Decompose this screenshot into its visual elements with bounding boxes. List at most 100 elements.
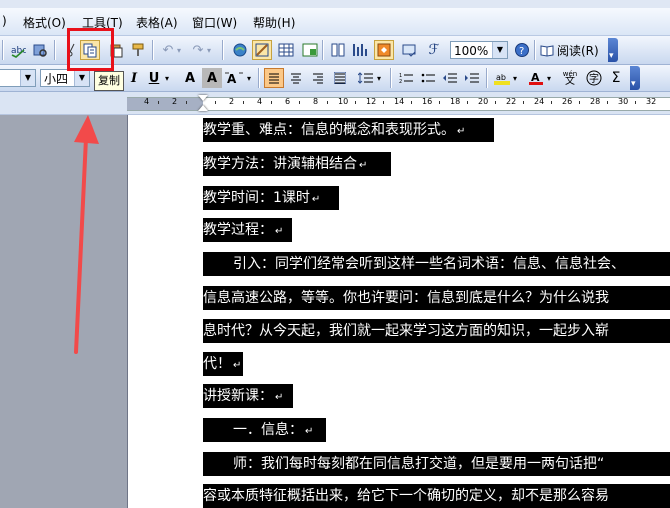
pilcrow-icon[interactable]: ℱ [424, 40, 444, 60]
read-mode-button[interactable]: 阅读(R) [540, 41, 599, 59]
menu-item-help[interactable]: 帮助(H) [253, 14, 295, 31]
phonetic-guide-button[interactable]: wén 文 [560, 68, 580, 88]
font-name-combo[interactable]: ▼ [0, 69, 36, 87]
align-center-icon[interactable] [286, 68, 306, 88]
hanging-indent-marker-icon[interactable] [198, 105, 208, 111]
chevron-down-icon[interactable]: ▼ [20, 70, 35, 86]
selected-text-line[interactable]: 教学过程： ↵ [203, 218, 292, 242]
char-scale-dropdown-icon[interactable]: ▾ [244, 68, 254, 88]
toolbar-separator [54, 40, 56, 60]
selected-text-line[interactable]: 引入：同学们经常会听到这样一些名词术语：信息、信息社会、 [203, 252, 670, 276]
toolbar-separator [222, 40, 224, 60]
ruler-tick [411, 101, 412, 104]
distribute-icon[interactable] [330, 68, 350, 88]
enclose-char-icon[interactable]: 字 [584, 68, 604, 88]
format-painter-icon[interactable] [128, 40, 148, 60]
selected-text-line[interactable]: 教学方法：讲演辅相结合 ↵ [203, 152, 391, 176]
decrease-indent-icon[interactable] [440, 68, 460, 88]
ruler-label: 26 [562, 97, 573, 106]
ruler-label: 14 [394, 97, 405, 106]
toolbar-separator [258, 68, 260, 88]
annotation-arrow-icon [74, 115, 99, 354]
selected-text-line[interactable]: 一．信息： ↵ [203, 418, 326, 442]
menu-item-window[interactable]: 窗口(W) [192, 14, 237, 31]
redo-dropdown-icon[interactable]: ▾ [204, 40, 214, 60]
document-page[interactable]: 教学重、难点：信息的概念和表现形式。 ↵ 教学方法：讲演辅相结合 ↵ 教学时间：1课… [128, 115, 670, 508]
ruler-label: 16 [422, 97, 433, 106]
align-justify-icon[interactable] [264, 68, 284, 88]
menu-item-format[interactable]: 格式(O) [23, 14, 66, 31]
columns-icon[interactable] [328, 40, 348, 60]
menu-item-table[interactable]: 表格(A) [136, 14, 178, 31]
toolbar-separator [486, 68, 488, 88]
font-color-icon[interactable]: A [526, 68, 546, 88]
zoom-combo[interactable]: 100% ▼ [450, 41, 508, 59]
menu-item-edge[interactable]: ) [2, 14, 7, 28]
hyperlink-icon[interactable] [230, 40, 250, 60]
insert-table-icon[interactable] [276, 40, 296, 60]
ruler-label: 30 [618, 97, 629, 106]
svg-text:A: A [227, 72, 237, 85]
bullets-icon[interactable] [418, 68, 438, 88]
selected-text-line[interactable]: 教学重、难点：信息的概念和表现形式。 ↵ [203, 118, 494, 142]
underline-dropdown-icon[interactable]: ▾ [162, 68, 172, 88]
selected-text-line[interactable]: 息时代？从今天起，我们就一起来学习这方面的知识，一起步入崭 [203, 319, 670, 343]
chevron-down-icon[interactable]: ▼ [492, 42, 507, 58]
font-size-combo[interactable]: 小四 ▼ [40, 69, 90, 87]
selected-text-line[interactable]: 师：我们每时每刻都在同信息打交道，但是要用一两句话把“ [203, 452, 670, 476]
paragraph-mark: ↵ [457, 126, 466, 137]
research-icon[interactable] [30, 40, 50, 60]
highlight-icon[interactable]: ab [492, 68, 512, 88]
ruler-label: 10 [338, 97, 349, 106]
spelling-icon[interactable]: abc [8, 40, 28, 60]
book-icon [540, 45, 554, 57]
char-shading-button[interactable]: A [202, 68, 222, 88]
ruler-label: 18 [450, 97, 461, 106]
undo-dropdown-icon[interactable]: ▾ [174, 40, 184, 60]
numbering-icon[interactable]: 12 [396, 68, 416, 88]
char-border-button[interactable]: A [180, 68, 200, 88]
sigma-button[interactable]: Σ [606, 68, 626, 88]
ruler-label: 20 [478, 97, 489, 106]
selected-text-line[interactable]: 信息高速公路，等等。你也许要问：信息到底是什么？为什么说我 [203, 286, 670, 310]
ruler-margin [127, 97, 203, 111]
toolbar-separator [390, 68, 392, 88]
underline-button[interactable]: U [144, 68, 164, 88]
selected-text-line[interactable]: 容或本质特征概括出来，给它下一个确切的定义，却不是那么容易 [203, 484, 670, 508]
font-color-dropdown-icon[interactable]: ▾ [544, 68, 554, 88]
paragraph-mark: ↵ [359, 160, 368, 171]
ruler-tick [327, 101, 328, 104]
highlight-dropdown-icon[interactable]: ▾ [510, 68, 520, 88]
copy-tooltip: 复制 [94, 71, 124, 91]
show-hide-icon[interactable] [400, 40, 420, 60]
italic-button[interactable]: I [124, 68, 144, 88]
chevron-down-icon[interactable]: ▼ [74, 70, 89, 86]
insert-excel-icon[interactable] [300, 40, 320, 60]
document-map-icon[interactable] [374, 40, 394, 60]
toolbar-separator [322, 40, 324, 60]
tables-borders-icon[interactable] [252, 40, 272, 60]
paragraph-mark: ↵ [233, 360, 242, 371]
toolbar-options-icon[interactable] [630, 66, 640, 90]
ruler-tick [439, 101, 440, 104]
selected-text-line[interactable]: 代！ ↵ [203, 352, 243, 376]
ruler-label: 2 [229, 97, 235, 106]
char-scale-icon[interactable]: A [224, 68, 244, 88]
first-line-indent-marker-icon[interactable] [198, 95, 208, 101]
paragraph-mark: ↵ [275, 392, 284, 403]
svg-text:字: 字 [589, 72, 599, 85]
help-icon[interactable]: ? [512, 40, 532, 60]
selected-text-line[interactable]: 教学时间：1课时 ↵ [203, 186, 339, 210]
toolbar-options-icon[interactable] [608, 38, 618, 62]
ruler-tick [607, 101, 608, 104]
line-spacing-icon[interactable] [356, 68, 376, 88]
toolbar-separator [2, 40, 4, 60]
align-right-icon[interactable] [308, 68, 328, 88]
increase-indent-icon[interactable] [462, 68, 482, 88]
line-spacing-dropdown-icon[interactable]: ▾ [374, 68, 384, 88]
ruler-tick [355, 101, 356, 104]
zoom-value: 100% [454, 44, 489, 58]
selected-text-line[interactable]: 讲授新课： ↵ [203, 384, 293, 408]
drawing-icon[interactable] [350, 40, 370, 60]
ruler-label: 32 [646, 97, 657, 106]
